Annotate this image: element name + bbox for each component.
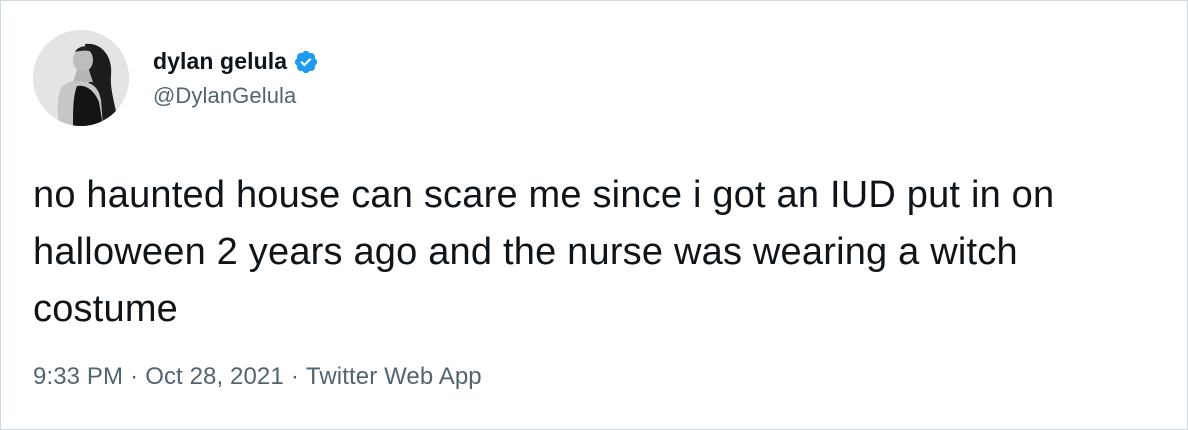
tweet-text: no haunted house can scare me since i go… [33, 174, 1055, 330]
tweet-author: dylan gelula @DylanGelula [153, 45, 319, 109]
tweet-date[interactable]: Oct 28, 2021 [145, 363, 284, 391]
author-name-row: dylan gelula [153, 45, 319, 77]
tweet-meta: 9:33 PM · Oct 28, 2021 · Twitter Web App [33, 363, 482, 391]
author-display-name[interactable]: dylan gelula [153, 48, 287, 75]
meta-separator: · [130, 363, 139, 390]
verified-badge-icon [293, 49, 319, 75]
meta-separator: · [290, 363, 299, 390]
author-handle[interactable]: @DylanGelula [153, 83, 319, 109]
tweet-time[interactable]: 9:33 PM [33, 363, 123, 391]
tweet-source: Twitter Web App [305, 363, 482, 390]
avatar[interactable] [33, 30, 129, 126]
tweet-card: dylan gelula @DylanGelula no haunted hou… [0, 0, 1188, 430]
avatar-photo-icon [33, 30, 129, 126]
